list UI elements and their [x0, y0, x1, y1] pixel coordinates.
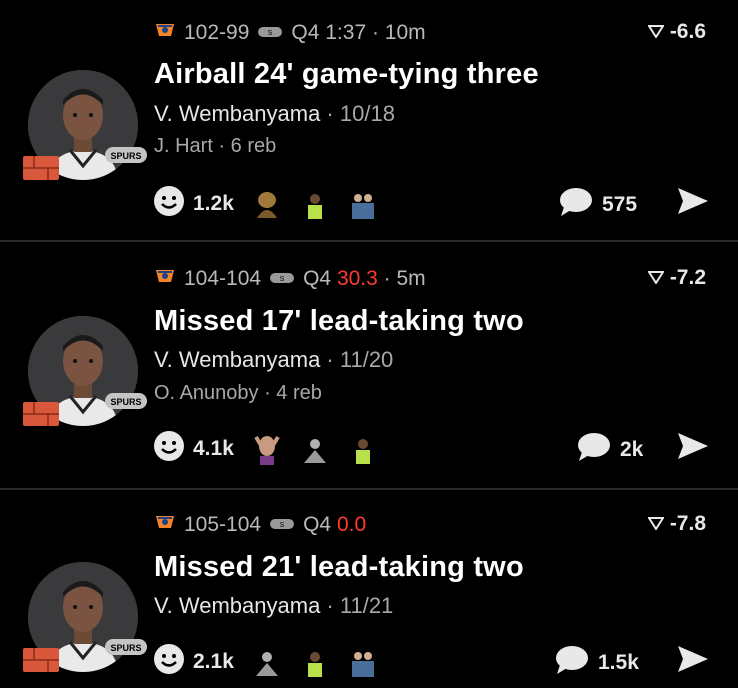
knicks-logo-icon: [154, 20, 176, 46]
clock-time: 30.3: [336, 267, 378, 290]
reaction-avatar-icon: [348, 646, 378, 678]
secondary-line: O. Anunoby · 4 reb: [154, 382, 322, 404]
reaction-avatar-icon: [252, 433, 282, 465]
win-prob-arrow-icon: [646, 512, 665, 536]
spurs-chip-icon: SPURS: [104, 638, 148, 656]
secondary-line: J. Hart · 6 reb: [154, 135, 277, 157]
win-prob-change: -7.8: [646, 512, 706, 536]
knicks-logo-icon: [154, 266, 176, 292]
play-meta: 104-104 S Q4 30.3 · 5m: [154, 266, 426, 292]
comment-bubble-icon: [558, 187, 594, 222]
reaction-avatar-icon: [300, 433, 330, 465]
share-icon[interactable]: [676, 431, 710, 461]
svg-text:SPURS: SPURS: [110, 643, 141, 653]
smiley-icon[interactable]: [153, 643, 185, 680]
brick-icon: [22, 647, 60, 673]
reaction-avatar-icon: [300, 646, 330, 678]
share-icon[interactable]: [676, 186, 710, 216]
reaction-avatar-icon: [252, 646, 282, 678]
clock-time: 1:37: [325, 21, 367, 44]
comment-bubble-icon: [554, 645, 590, 680]
comment-count: 575: [602, 192, 638, 216]
reactions-bar[interactable]: 2.1k: [153, 643, 378, 680]
score: 104-104: [184, 267, 262, 290]
reaction-count: 1.2k: [193, 191, 234, 215]
svg-text:SPURS: SPURS: [110, 397, 141, 407]
play-card[interactable]: 105-104 S Q4 0.0 -7.8 SPURS Missed 21' l…: [0, 489, 738, 688]
win-prob-change: -7.2: [646, 266, 706, 290]
reaction-count: 4.1k: [193, 436, 234, 460]
player-stat: 11/20: [339, 347, 394, 372]
comment-count: 2k: [620, 437, 644, 461]
spurs-logo-icon: S: [269, 513, 295, 537]
play-title: Missed 17' lead-taking two: [154, 305, 524, 337]
player-line: V. Wembanyama · 10/18: [154, 101, 395, 126]
svg-text:S: S: [280, 276, 285, 283]
spurs-chip-icon: SPURS: [104, 146, 148, 164]
clock-time: 0.0: [336, 513, 367, 536]
player-line: V. Wembanyama · 11/20: [154, 347, 394, 372]
score: 105-104: [184, 513, 262, 536]
smiley-icon[interactable]: [153, 430, 185, 467]
comment-bubble-icon: [576, 432, 612, 467]
play-meta: 105-104 S Q4 0.0: [154, 512, 366, 538]
win-prob-arrow-icon: [646, 266, 665, 290]
time-ago: 10m: [384, 21, 426, 44]
player-stat: 10/18: [339, 101, 395, 126]
spurs-logo-icon: S: [257, 21, 283, 45]
score: 102-99: [184, 21, 250, 44]
svg-text:S: S: [268, 30, 273, 37]
play-card[interactable]: 104-104 S Q4 30.3 · 5m -7.2 SPURS Missed…: [0, 241, 738, 489]
svg-text:SPURS: SPURS: [110, 151, 141, 161]
player-name: V. Wembanyama: [154, 593, 321, 618]
reactions-bar[interactable]: 4.1k: [153, 430, 378, 467]
play-meta: 102-99 S Q4 1:37 · 10m: [154, 20, 426, 46]
reaction-count: 2.1k: [193, 649, 234, 673]
reaction-avatar-icon: [252, 188, 282, 220]
spurs-logo-icon: S: [269, 267, 295, 291]
play-title: Airball 24' game-tying three: [154, 58, 539, 90]
reaction-avatar-icon: [348, 188, 378, 220]
game-clock: Q4 30.3 · 5m: [303, 267, 426, 290]
comment-count: 1.5k: [598, 650, 639, 674]
player-stat: 11/21: [339, 593, 394, 618]
comments-button[interactable]: 575: [558, 187, 637, 222]
play-title: Missed 21' lead-taking two: [154, 551, 524, 583]
svg-text:S: S: [280, 522, 285, 529]
player-line: V. Wembanyama · 11/21: [154, 593, 394, 618]
spurs-chip-icon: SPURS: [104, 392, 148, 410]
reaction-avatar-icon: [348, 433, 378, 465]
win-prob-change: -6.6: [646, 20, 706, 44]
game-clock: Q4 1:37 · 10m: [291, 21, 426, 44]
reactions-bar[interactable]: 1.2k: [153, 185, 378, 222]
brick-icon: [22, 155, 60, 181]
win-prob-arrow-icon: [646, 20, 665, 44]
knicks-logo-icon: [154, 512, 176, 538]
reaction-avatar-icon: [300, 188, 330, 220]
comments-button[interactable]: 2k: [576, 432, 643, 467]
player-name: V. Wembanyama: [154, 347, 321, 372]
comments-button[interactable]: 1.5k: [554, 645, 639, 680]
brick-icon: [22, 401, 60, 427]
smiley-icon[interactable]: [153, 185, 185, 222]
game-clock: Q4 0.0: [303, 513, 367, 536]
time-ago: 5m: [396, 267, 426, 290]
share-icon[interactable]: [676, 644, 710, 674]
player-name: V. Wembanyama: [154, 101, 321, 126]
play-card[interactable]: 102-99 S Q4 1:37 · 10m -6.6 SPURS Airbal…: [0, 0, 738, 241]
